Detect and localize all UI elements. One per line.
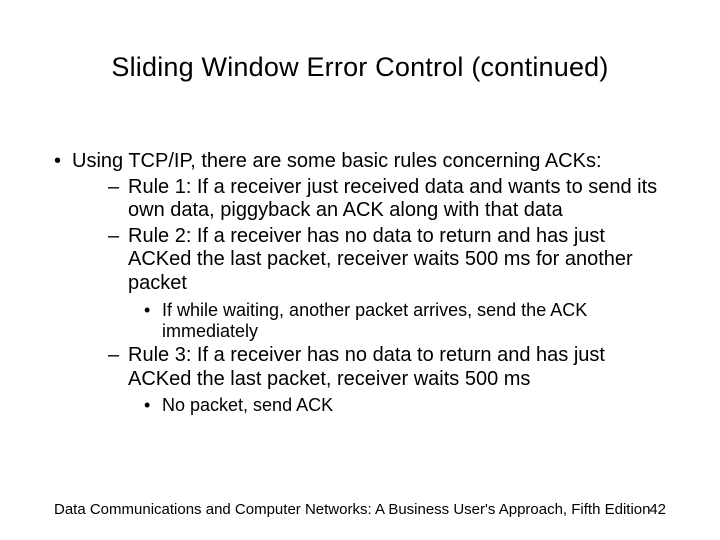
slide: Sliding Window Error Control (continued)… <box>0 0 720 540</box>
bullet-rule2-sub: If while waiting, another packet arrives… <box>72 300 666 342</box>
bullet-rule2: Rule 2: If a receiver has no data to ret… <box>72 225 666 296</box>
bullet-rule3-sub: No packet, send ACK <box>72 395 666 416</box>
footer-page-number: 42 <box>649 501 666 518</box>
footer-source: Data Communications and Computer Network… <box>54 501 650 518</box>
bullet-main: Using TCP/IP, there are some basic rules… <box>54 150 666 416</box>
bullet-rule3: Rule 3: If a receiver has no data to ret… <box>72 344 666 391</box>
slide-body: Using TCP/IP, there are some basic rules… <box>54 150 666 420</box>
slide-title: Sliding Window Error Control (continued) <box>0 52 720 83</box>
bullet-rule1: Rule 1: If a receiver just received data… <box>72 176 666 223</box>
sub-bullets: Rule 1: If a receiver just received data… <box>72 176 666 417</box>
bullet-main-text: Using TCP/IP, there are some basic rules… <box>72 150 602 172</box>
